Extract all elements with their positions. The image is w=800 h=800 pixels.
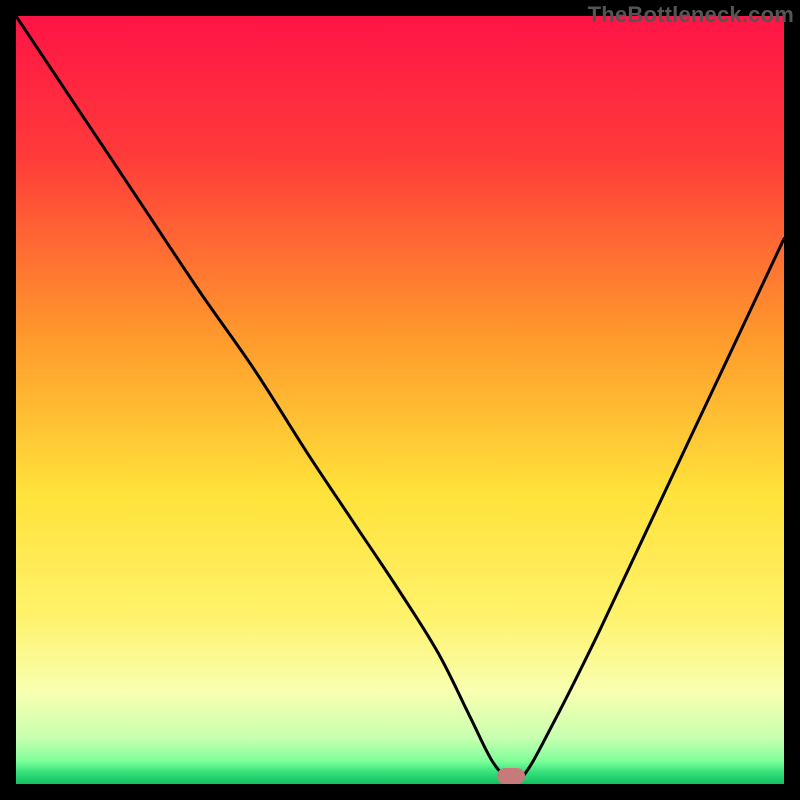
watermark-text: TheBottleneck.com	[588, 2, 794, 28]
chart-frame: TheBottleneck.com	[0, 0, 800, 800]
optimum-marker	[497, 768, 525, 784]
gradient-background	[16, 16, 784, 784]
plot-area	[16, 16, 784, 784]
chart-svg	[16, 16, 784, 784]
